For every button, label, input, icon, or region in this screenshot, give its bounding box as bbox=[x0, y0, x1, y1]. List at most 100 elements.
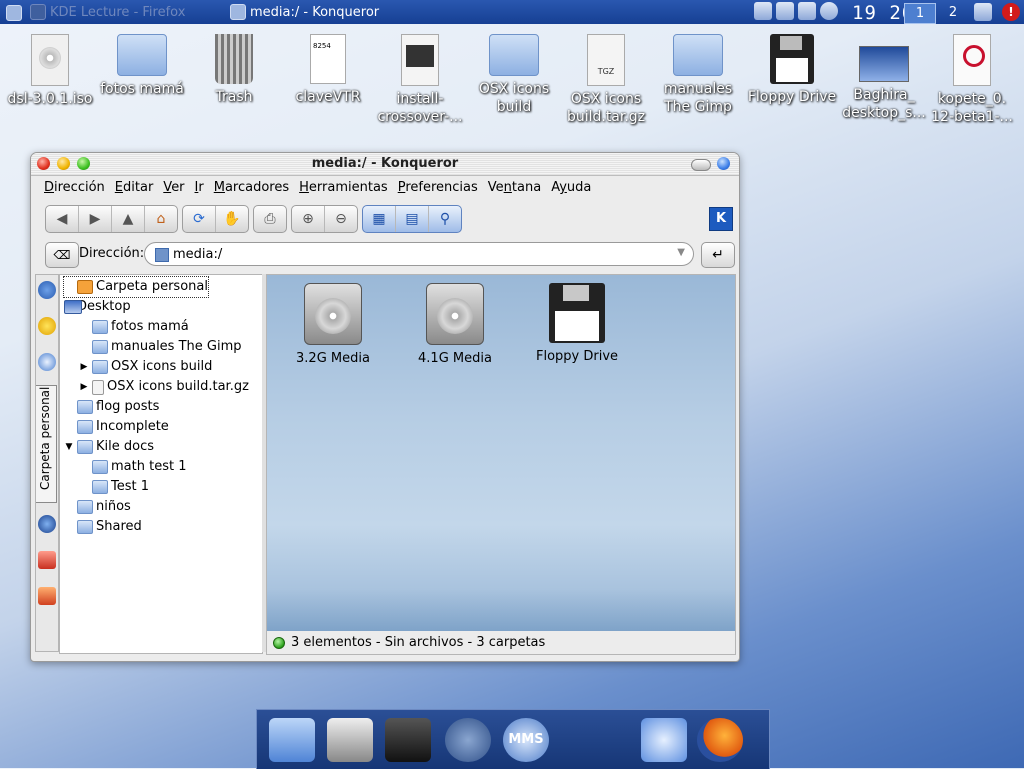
mms-icon[interactable]: MMS bbox=[503, 718, 549, 762]
tree-item-label: Incomplete bbox=[96, 419, 169, 434]
desktop-2-button[interactable]: 2 bbox=[938, 3, 968, 22]
address-input[interactable]: media:/ ▼ bbox=[144, 242, 694, 266]
tuxedo-icon[interactable] bbox=[385, 718, 431, 762]
menu-ver[interactable]: Ver bbox=[158, 176, 189, 200]
sticky-button[interactable] bbox=[717, 157, 730, 170]
print-icon[interactable]: ⎙ bbox=[254, 206, 286, 232]
chevron-down-icon[interactable]: ▼ bbox=[677, 247, 685, 258]
folder-icon bbox=[77, 520, 93, 534]
main-toolbar: ◀ ▶ ▲ ⌂ ⟳ ✋ ⎙ ⊕ ⊖ ▦ ▤ ⚲ bbox=[45, 205, 462, 233]
icon-view-icon[interactable]: ▦ bbox=[363, 206, 396, 232]
klipper-icon[interactable] bbox=[798, 2, 816, 20]
web-tab-icon[interactable] bbox=[38, 515, 56, 533]
alert-icon[interactable]: ! bbox=[1002, 3, 1020, 21]
search-icon[interactable]: ⚲ bbox=[429, 206, 461, 232]
menu-marcadores[interactable]: Marcadores bbox=[209, 176, 294, 200]
stop-icon[interactable]: ✋ bbox=[216, 206, 248, 232]
clear-location-button[interactable]: ⌫ bbox=[45, 242, 79, 268]
tree-item[interactable]: Incomplete bbox=[64, 417, 169, 437]
tree-view-icon[interactable]: ▤ bbox=[396, 206, 429, 232]
tree-item[interactable]: ▶ OSX icons build.tar.gz bbox=[79, 377, 249, 397]
menu-ir[interactable]: Ir bbox=[190, 176, 209, 200]
tree-item[interactable]: math test 1 bbox=[79, 457, 186, 477]
menu-herramientas[interactable]: Herramientas bbox=[294, 176, 393, 200]
desktop-icon-baghira[interactable]: Baghira_ desktop_s... bbox=[838, 34, 930, 122]
shade-button[interactable] bbox=[691, 159, 711, 171]
desktop-icon-osx-icons-tgz[interactable]: OSX icons build.tar.gz bbox=[560, 34, 652, 126]
firefox-icon[interactable] bbox=[697, 718, 743, 762]
home-icon[interactable]: ⌂ bbox=[145, 206, 177, 232]
tree-item-label: flog posts bbox=[96, 399, 160, 414]
tree-item[interactable]: ▼Desktop bbox=[64, 297, 131, 317]
sidebar-tab-home[interactable]: Carpeta personal bbox=[36, 385, 57, 503]
task-firefox[interactable]: KDE Lecture - Firefox bbox=[30, 3, 185, 21]
tree-item[interactable]: fotos mamá bbox=[79, 317, 189, 337]
desktop-icon-kopete[interactable]: kopete_0. 12-beta1-... bbox=[926, 34, 1018, 126]
bookmarks-tab-icon[interactable] bbox=[38, 317, 56, 335]
folder-icon bbox=[673, 34, 723, 76]
zoom-out-icon[interactable]: ⊖ bbox=[325, 206, 357, 232]
zoom-in-icon[interactable]: ⊕ bbox=[292, 206, 325, 232]
history-tab-icon[interactable] bbox=[38, 353, 56, 371]
reload-icon[interactable]: ⟳ bbox=[183, 206, 216, 232]
desktop-icon-fotos-mama[interactable]: fotos mamá bbox=[96, 34, 188, 98]
expanded-arrow-icon[interactable]: ▼ bbox=[64, 437, 74, 457]
tree-item[interactable]: flog posts bbox=[64, 397, 159, 417]
tree-item[interactable]: Carpeta personal bbox=[63, 276, 209, 298]
media-item-4-1g[interactable]: 4.1G Media bbox=[395, 283, 515, 366]
network-icon[interactable] bbox=[641, 718, 687, 762]
desktop-icon-clavevtr[interactable]: 8254 claveVTR bbox=[282, 34, 374, 106]
tree-item[interactable]: ▶ OSX icons build bbox=[79, 357, 212, 377]
forward-icon[interactable]: ▶ bbox=[79, 206, 112, 232]
reload-group: ⟳ ✋ bbox=[182, 205, 249, 233]
folder-icon bbox=[77, 400, 93, 414]
globe-icon[interactable] bbox=[820, 2, 838, 20]
zoom-group: ⊕ ⊖ bbox=[291, 205, 358, 233]
network-tab-icon[interactable] bbox=[38, 281, 56, 299]
status-led-icon bbox=[273, 636, 285, 649]
task-konqueror[interactable]: media:/ - Konqueror bbox=[230, 3, 379, 21]
konqueror-window: media:/ - Konqueror Dirección Editar Ver… bbox=[30, 152, 740, 662]
tree-item[interactable]: manuales The Gimp bbox=[79, 337, 242, 357]
media-icon bbox=[155, 248, 169, 262]
services-tab-icon[interactable] bbox=[38, 551, 56, 569]
menu-ayuda[interactable]: Ayuda bbox=[546, 176, 596, 200]
menu-preferencias[interactable]: Preferencias bbox=[393, 176, 483, 200]
menu-direccion[interactable]: Dirección bbox=[39, 176, 110, 200]
folder-icon bbox=[77, 440, 93, 454]
address-label: Dirección: bbox=[79, 246, 145, 261]
desktop-icon-trash[interactable]: Trash bbox=[188, 34, 280, 106]
desktop-icon-dsl-iso[interactable]: dsl-3.0.1.iso bbox=[4, 34, 96, 108]
volume-icon[interactable] bbox=[776, 2, 794, 20]
desktop-icon-floppy-drive[interactable]: Floppy Drive bbox=[746, 34, 838, 106]
menu-ventana[interactable]: Ventana bbox=[483, 176, 546, 200]
terminal-icon[interactable] bbox=[327, 718, 373, 762]
user-icon[interactable] bbox=[974, 3, 992, 21]
back-icon[interactable]: ◀ bbox=[46, 206, 79, 232]
finder-icon[interactable] bbox=[269, 718, 315, 762]
network-icon[interactable] bbox=[754, 2, 772, 20]
pin-tab-icon[interactable] bbox=[38, 587, 56, 605]
menu-editar[interactable]: Editar bbox=[110, 176, 159, 200]
tree-item[interactable]: ▼ Kile docs bbox=[64, 437, 154, 457]
system-tray bbox=[754, 2, 838, 20]
desktop-1-button[interactable]: 1 bbox=[904, 3, 936, 24]
wolf-icon[interactable] bbox=[445, 718, 491, 762]
collapsed-arrow-icon[interactable]: ▶ bbox=[79, 377, 89, 397]
desktop-icon-install-crossover[interactable]: install-crossover-... bbox=[374, 34, 466, 126]
media-item-3-2g[interactable]: 3.2G Media bbox=[273, 283, 393, 366]
go-button[interactable]: ↵ bbox=[701, 242, 735, 268]
title-bar[interactable]: media:/ - Konqueror bbox=[31, 153, 739, 176]
tree-item-label: Shared bbox=[96, 519, 142, 534]
desktop-icon-osx-icons-build[interactable]: OSX icons build bbox=[468, 34, 560, 116]
kde-menu-icon[interactable] bbox=[6, 5, 22, 21]
media-item-floppy[interactable]: Floppy Drive bbox=[517, 283, 637, 364]
tree-item[interactable]: niños bbox=[64, 497, 131, 517]
desktop-icon-manuales-gimp[interactable]: manuales The Gimp bbox=[652, 34, 744, 116]
collapsed-arrow-icon[interactable]: ▶ bbox=[79, 357, 89, 377]
up-icon[interactable]: ▲ bbox=[112, 206, 145, 232]
tree-item[interactable]: Test 1 bbox=[79, 477, 149, 497]
tree-item-label: manuales The Gimp bbox=[111, 339, 242, 354]
location-bar: ⌫ Dirección: media:/ ▼ ↵ bbox=[45, 242, 735, 268]
tree-item[interactable]: Shared bbox=[64, 517, 142, 537]
